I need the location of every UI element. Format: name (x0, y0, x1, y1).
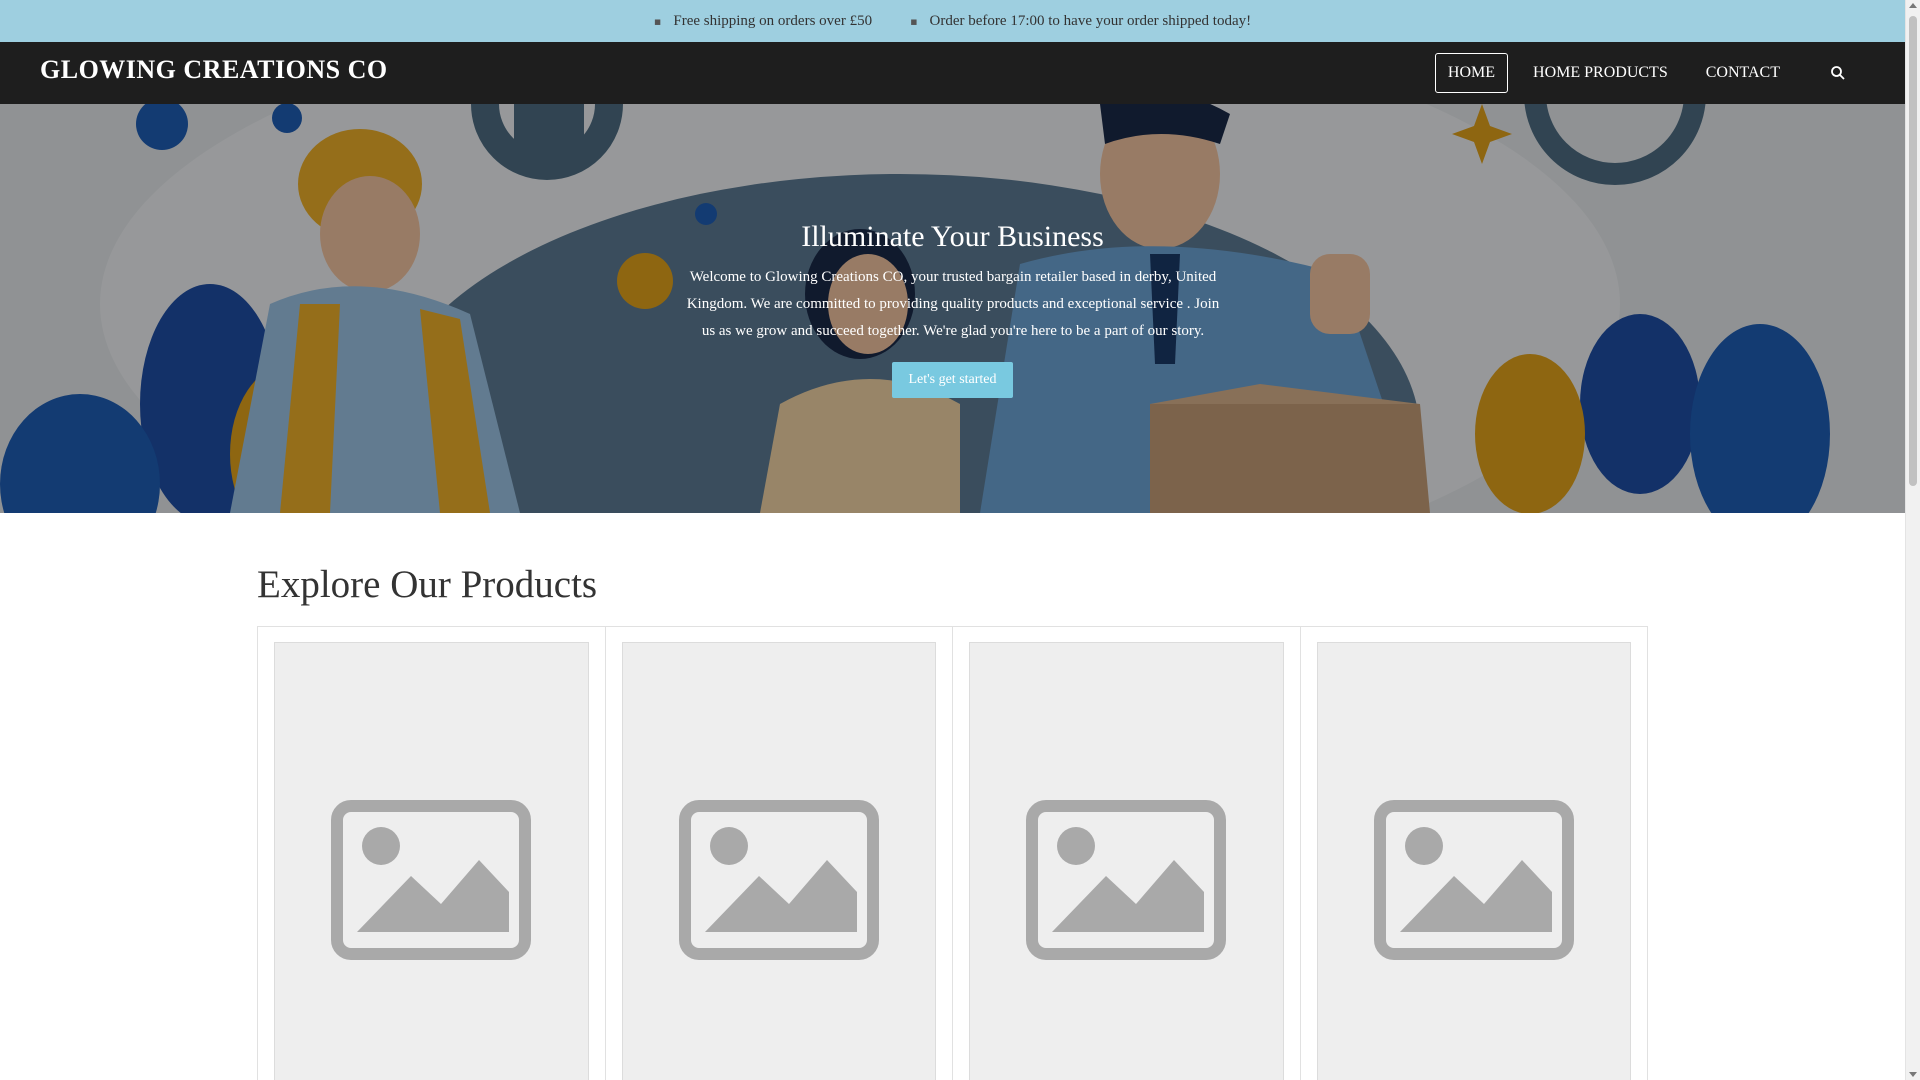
search-icon[interactable] (1823, 58, 1853, 88)
product-grid (257, 626, 1648, 1080)
main-nav: HOME HOME PRODUCTS CONTACT (1434, 42, 1905, 104)
clock-icon: ▪ (910, 14, 918, 28)
nav-contact[interactable]: CONTACT (1693, 53, 1793, 93)
announcement-order-time-text: Order before 17:00 to have your order sh… (929, 12, 1252, 29)
image-placeholder-icon (331, 800, 532, 960)
products-section-title: Explore Our Products (257, 563, 598, 606)
product-image[interactable] (969, 642, 1284, 1080)
product-card[interactable] (606, 627, 953, 1080)
truck-icon: ▪ (653, 14, 662, 28)
hero-title: Illuminate Your Business (801, 220, 1104, 253)
image-placeholder-icon (678, 800, 879, 960)
image-placeholder-icon (1373, 800, 1574, 960)
product-card[interactable] (953, 627, 1301, 1080)
product-image[interactable] (274, 642, 589, 1080)
site-logo[interactable]: GLOWING CREATIONS CO (40, 55, 388, 85)
hero-description: Welcome to Glowing Creations CO, your tr… (686, 269, 1220, 339)
announcement-bar: ▪ Free shipping on orders over £50 ▪ Ord… (0, 0, 1905, 42)
scroll-up-icon[interactable] (1909, 3, 1917, 8)
get-started-button[interactable]: Let's get started (892, 362, 1013, 398)
scrollbar-thumb[interactable] (1909, 16, 1917, 486)
product-card[interactable] (258, 627, 606, 1080)
nav-home-products[interactable]: HOME PRODUCTS (1520, 53, 1681, 93)
scroll-down-icon[interactable] (1909, 1072, 1917, 1077)
product-image[interactable] (621, 642, 936, 1080)
product-card[interactable] (1301, 627, 1648, 1080)
nav-home[interactable]: HOME (1434, 53, 1509, 93)
page-scrollbar[interactable] (1905, 0, 1920, 1080)
announcement-shipping: ▪ Free shipping on orders over £50 (654, 13, 872, 30)
site-header: GLOWING CREATIONS CO HOME HOME PRODUCTS … (0, 42, 1905, 104)
announcement-shipping-text: Free shipping on orders over £50 (673, 12, 873, 29)
announcement-order-time: ▪ Order before 17:00 to have your order … (910, 13, 1251, 30)
product-image[interactable] (1316, 642, 1631, 1080)
hero-content: Illuminate Your Business Welcome to Glow… (0, 104, 1905, 513)
image-placeholder-icon (1026, 800, 1227, 960)
hero-banner: Illuminate Your Business Welcome to Glow… (0, 104, 1905, 513)
